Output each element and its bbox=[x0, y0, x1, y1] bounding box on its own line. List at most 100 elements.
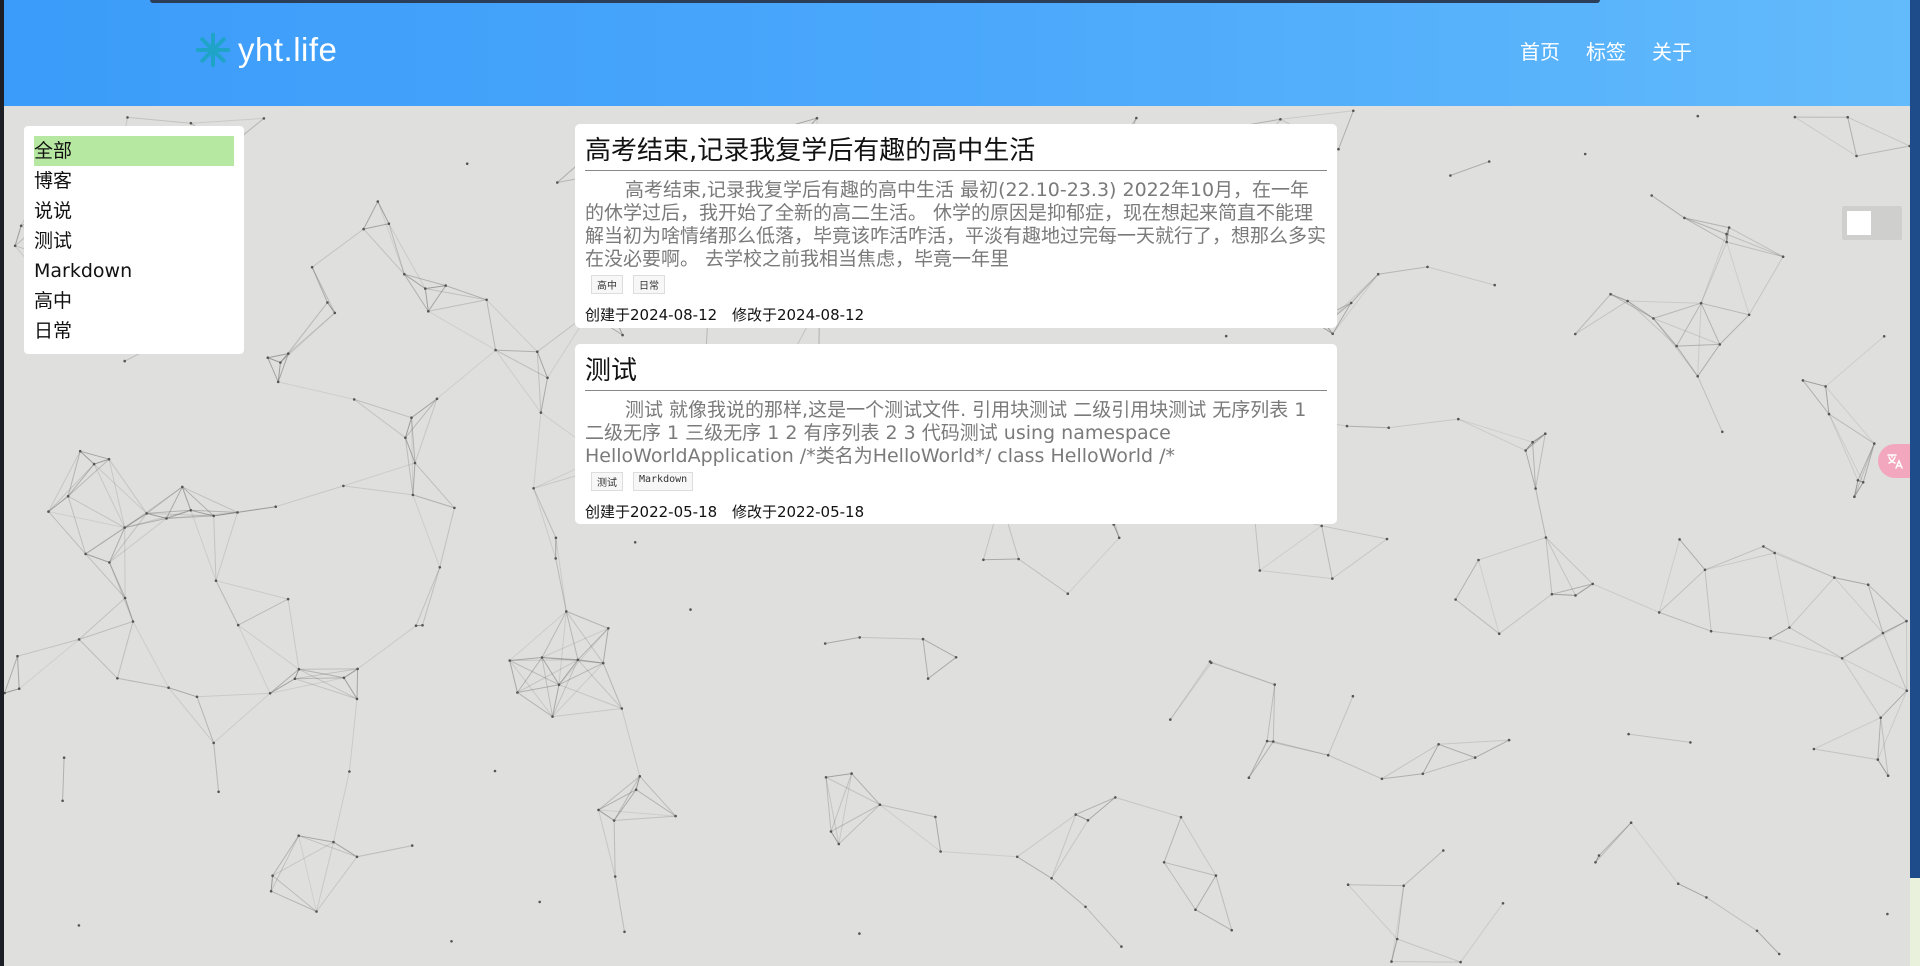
network-node bbox=[926, 677, 930, 680]
category-item-daily[interactable]: 日常 bbox=[34, 316, 234, 346]
network-node bbox=[493, 769, 497, 773]
network-line bbox=[272, 875, 317, 912]
category-item-test[interactable]: 测试 bbox=[34, 226, 234, 256]
network-node bbox=[1696, 375, 1699, 378]
nav-home[interactable]: 首页 bbox=[1520, 36, 1560, 65]
network-node bbox=[1017, 557, 1020, 561]
network-line bbox=[425, 285, 446, 290]
network-node bbox=[1650, 194, 1653, 197]
network-line bbox=[62, 757, 65, 801]
network-line bbox=[48, 450, 81, 512]
network-node bbox=[1477, 558, 1480, 562]
network-node bbox=[348, 770, 351, 773]
network-line bbox=[298, 835, 334, 843]
network-node bbox=[297, 834, 301, 837]
network-node bbox=[342, 676, 346, 680]
network-line bbox=[1697, 303, 1702, 377]
network-node bbox=[1349, 301, 1353, 305]
network-node bbox=[1881, 631, 1885, 635]
network-line bbox=[353, 398, 406, 439]
network-line bbox=[445, 285, 487, 301]
category-item-highschool[interactable]: 高中 bbox=[34, 286, 234, 316]
network-node bbox=[268, 692, 272, 695]
network-line bbox=[414, 398, 438, 464]
network-node bbox=[362, 227, 365, 231]
network-node bbox=[1721, 430, 1724, 434]
site-logo[interactable]: yht.life bbox=[194, 26, 337, 74]
network-line bbox=[1774, 552, 1835, 579]
network-node bbox=[450, 940, 453, 943]
network-line bbox=[354, 398, 412, 419]
theme-toggle[interactable] bbox=[1842, 206, 1902, 240]
network-node bbox=[404, 436, 407, 440]
network-node bbox=[61, 799, 64, 803]
category-item-talk[interactable]: 说说 bbox=[34, 196, 234, 226]
network-node bbox=[1380, 777, 1384, 781]
tag-badge[interactable]: Markdown bbox=[633, 472, 694, 491]
network-line bbox=[93, 463, 126, 528]
network-node bbox=[1652, 317, 1655, 320]
network-line bbox=[1545, 537, 1553, 595]
network-node bbox=[286, 597, 290, 601]
network-node bbox=[1501, 902, 1505, 905]
category-item-all[interactable]: 全部 bbox=[34, 136, 234, 166]
network-node bbox=[1683, 216, 1686, 220]
network-line bbox=[1016, 856, 1052, 879]
nav-about[interactable]: 关于 bbox=[1652, 36, 1692, 65]
post-title[interactable]: 高考结束,记录我复学后有趣的高中生活 bbox=[585, 124, 1327, 171]
category-item-blog[interactable]: 博客 bbox=[34, 166, 234, 196]
page-frame: yht.life 首页 标签 关于 全部 博客 说说 测试 Markdown 高… bbox=[4, 0, 1910, 966]
network-line bbox=[1813, 717, 1881, 750]
network-line bbox=[825, 773, 852, 778]
network-node bbox=[212, 741, 215, 745]
network-node bbox=[315, 910, 318, 913]
network-node bbox=[403, 272, 406, 276]
category-item-markdown[interactable]: Markdown bbox=[34, 256, 234, 286]
category-sidebar: 全部 博客 说说 测试 Markdown 高中 日常 bbox=[24, 126, 244, 354]
network-line bbox=[1378, 266, 1428, 275]
network-node bbox=[858, 636, 861, 639]
network-node bbox=[939, 850, 942, 853]
network-node bbox=[1747, 313, 1751, 317]
translate-button[interactable] bbox=[1878, 444, 1910, 478]
network-line bbox=[215, 580, 239, 626]
post-title[interactable]: 测试 bbox=[585, 344, 1327, 391]
network-node bbox=[1905, 619, 1908, 623]
network-node bbox=[189, 121, 193, 125]
network-node bbox=[557, 683, 561, 686]
network-line bbox=[1700, 302, 1750, 316]
network-node bbox=[1846, 115, 1849, 119]
network-node bbox=[84, 552, 87, 556]
network-node bbox=[1326, 753, 1330, 757]
network-line bbox=[541, 627, 609, 658]
tag-badge[interactable]: 高中 bbox=[591, 275, 623, 294]
network-line bbox=[552, 684, 560, 717]
network-line bbox=[1532, 433, 1546, 443]
network-line bbox=[1774, 552, 1790, 628]
network-node bbox=[326, 301, 329, 304]
network-node bbox=[829, 830, 833, 833]
window-top-edge bbox=[150, 0, 1600, 3]
network-line bbox=[363, 223, 390, 230]
network-node bbox=[1853, 495, 1856, 499]
network-line bbox=[1460, 903, 1504, 963]
network-node bbox=[1387, 426, 1390, 430]
network-line bbox=[298, 668, 344, 679]
tag-badge[interactable]: 日常 bbox=[633, 275, 665, 294]
network-node bbox=[1856, 479, 1860, 482]
network-line bbox=[278, 381, 355, 400]
window-right-edge bbox=[1910, 0, 1920, 966]
network-line bbox=[1525, 441, 1533, 451]
tag-badge[interactable]: 测试 bbox=[591, 472, 623, 491]
network-line bbox=[533, 412, 542, 489]
network-line bbox=[269, 668, 300, 694]
nav-tags[interactable]: 标签 bbox=[1586, 36, 1626, 65]
network-line bbox=[412, 494, 441, 568]
network-node bbox=[1258, 569, 1262, 572]
network-line bbox=[1180, 816, 1217, 876]
network-node bbox=[1507, 738, 1511, 742]
network-line bbox=[1677, 883, 1707, 898]
network-line bbox=[1728, 227, 1784, 258]
network-line bbox=[316, 841, 334, 912]
network-node bbox=[551, 715, 554, 718]
